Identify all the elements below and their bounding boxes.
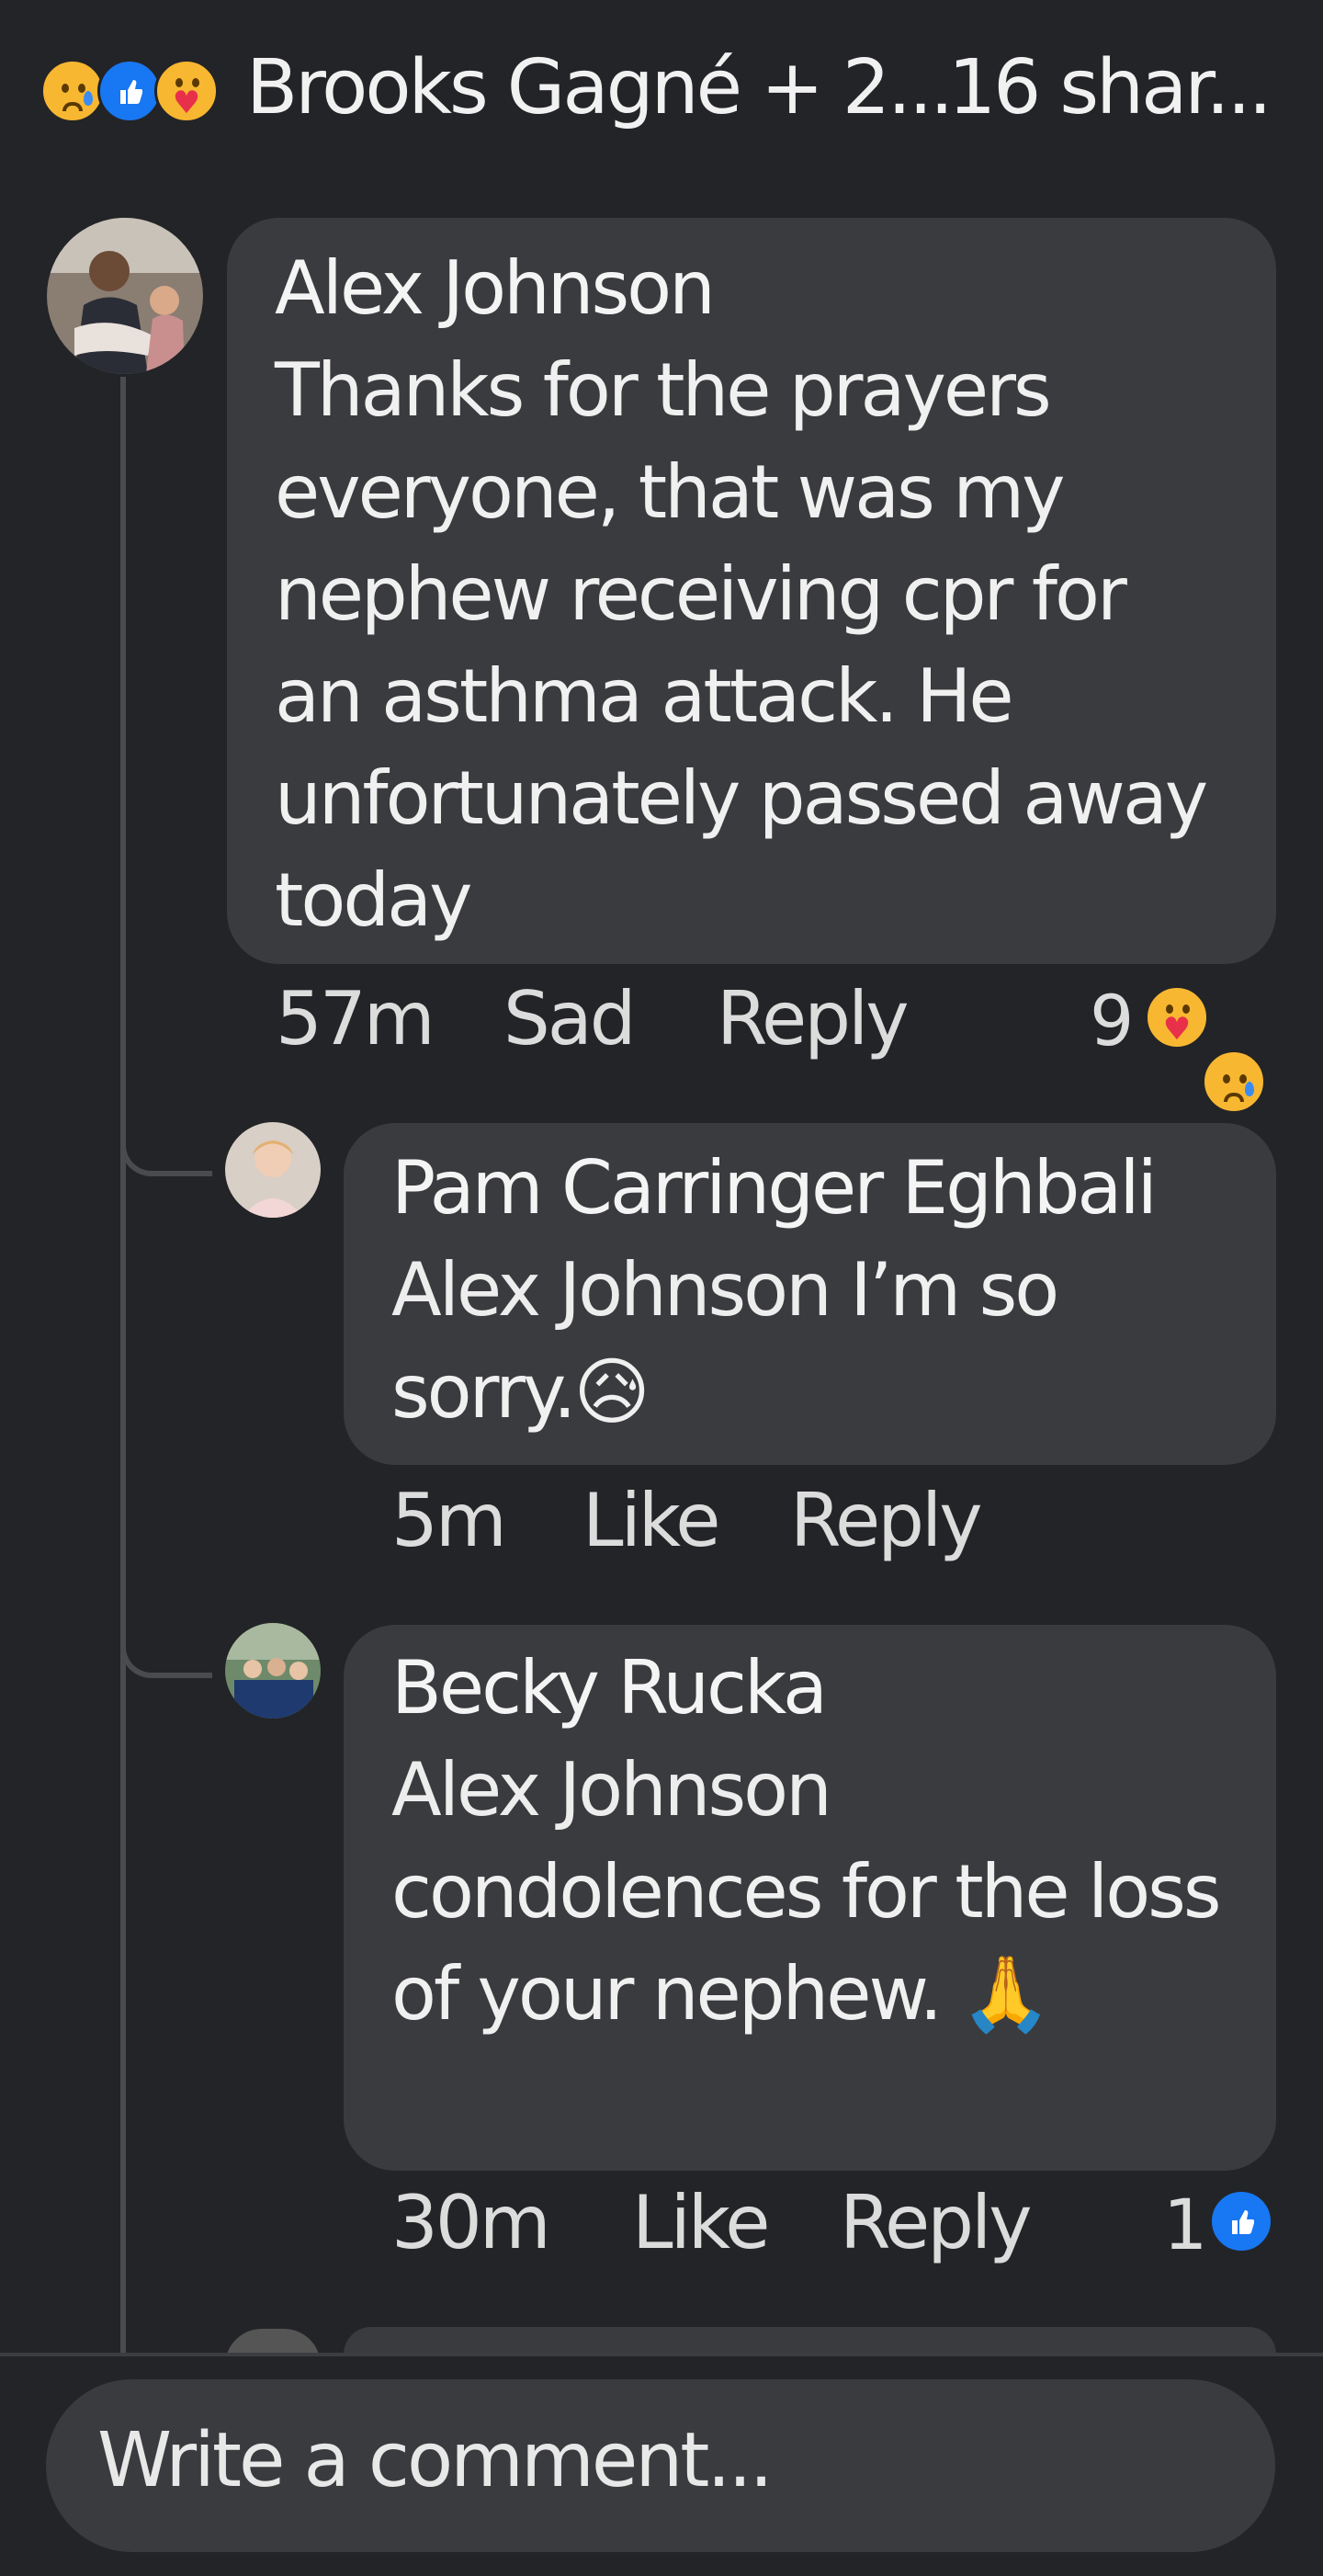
reactions-header[interactable]: ♥ Brooks Gagné + 2... 16 shar... bbox=[0, 0, 1323, 184]
comment-bubble[interactable]: Alex Johnson Thanks for the prayers ever… bbox=[227, 218, 1276, 964]
like-reaction-icon bbox=[97, 59, 162, 123]
reply-button[interactable]: Reply bbox=[717, 976, 910, 1061]
shares-count[interactable]: 16 shar... bbox=[948, 44, 1272, 131]
reply-connector bbox=[120, 1619, 212, 1678]
reply-button[interactable]: Reply bbox=[790, 1478, 983, 1563]
mention-link[interactable]: Alex Johnson bbox=[391, 1247, 832, 1333]
thread-line bbox=[120, 377, 126, 2353]
avatar[interactable] bbox=[225, 1122, 321, 1218]
reply-bubble[interactable]: Becky Rucka Alex Johnson condolences for… bbox=[344, 1625, 1276, 2171]
care-reaction-icon: ♥ bbox=[1145, 985, 1209, 1050]
reply-time: 5m bbox=[391, 1478, 507, 1563]
like-button[interactable]: Like bbox=[582, 1478, 720, 1563]
reaction-count[interactable]: 1 bbox=[1163, 2184, 1207, 2265]
comment-input-placeholder: Write a comment... bbox=[97, 2417, 774, 2504]
reply-time: 30m bbox=[391, 2180, 551, 2265]
reply-author[interactable]: Pam Carringer Eghbali bbox=[391, 1138, 1158, 1239]
sad-reaction-button[interactable]: Sad bbox=[503, 976, 637, 1061]
sad-reaction-icon bbox=[40, 59, 105, 123]
reply-connector bbox=[120, 1118, 212, 1176]
mention-link[interactable]: Alex Johnson bbox=[391, 1747, 832, 1833]
avatar[interactable] bbox=[47, 218, 203, 374]
reaction-icons[interactable]: ♥ bbox=[1145, 985, 1273, 1114]
reply-bubble[interactable]: Pam Carringer Eghbali Alex Johnson I’m s… bbox=[344, 1123, 1276, 1465]
divider bbox=[0, 2353, 1323, 2356]
avatar[interactable] bbox=[225, 1623, 321, 1719]
reply-text: Alex Johnson I’m so sorry.😥 bbox=[391, 1239, 1237, 1443]
reaction-icons[interactable]: ♥ bbox=[40, 59, 219, 127]
like-button[interactable]: Like bbox=[632, 2180, 770, 2265]
reply-text: Alex Johnson condolences for the loss of… bbox=[391, 1739, 1237, 2045]
reactors-summary[interactable]: Brooks Gagné + 2... bbox=[246, 44, 954, 131]
like-reaction-icon[interactable] bbox=[1209, 2189, 1273, 2253]
reaction-count[interactable]: 9 bbox=[1090, 980, 1134, 1061]
reply-author[interactable]: Becky Rucka bbox=[391, 1638, 828, 1739]
comment-text: Thanks for the prayers everyone, that wa… bbox=[275, 347, 1208, 943]
sad-reaction-icon bbox=[1202, 1050, 1266, 1114]
care-reaction-icon: ♥ bbox=[154, 59, 219, 123]
reply-button[interactable]: Reply bbox=[840, 2180, 1033, 2265]
comment-time: 57m bbox=[276, 976, 435, 1061]
comment-author[interactable]: Alex Johnson bbox=[275, 238, 716, 339]
reply-message: condolences for the loss of your nephew.… bbox=[391, 1849, 1221, 2037]
